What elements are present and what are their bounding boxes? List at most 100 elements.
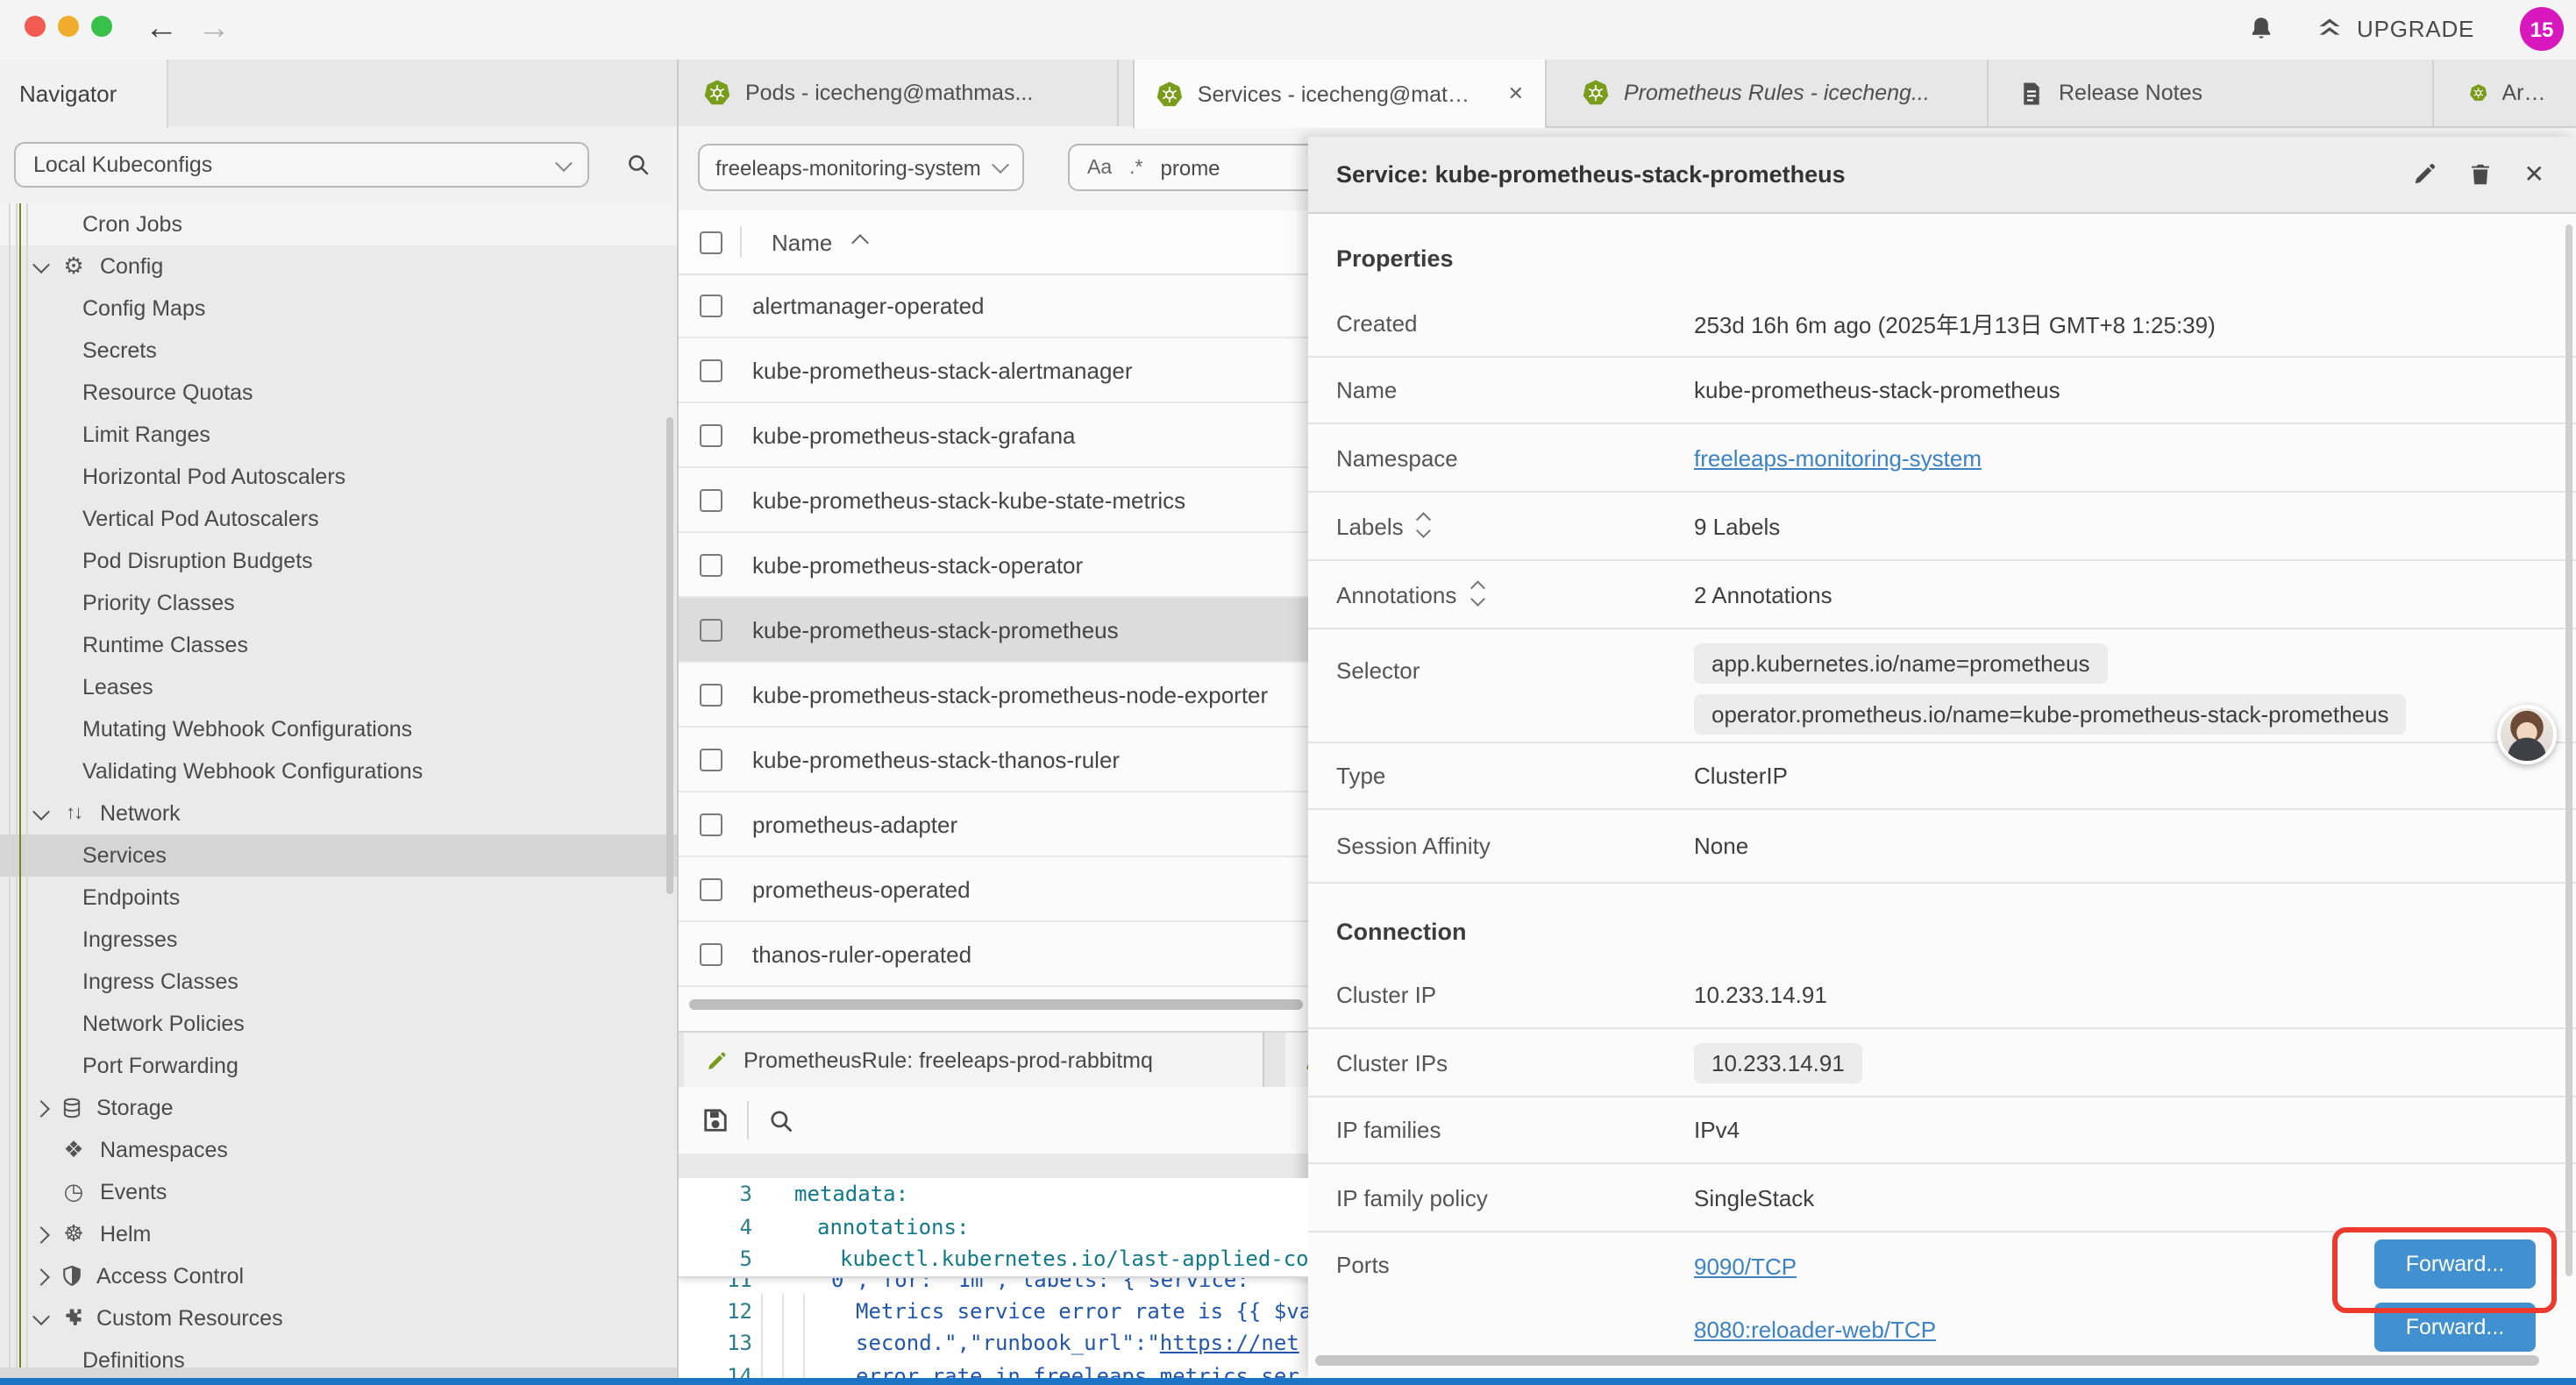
match-case-toggle[interactable]: Aa xyxy=(1087,157,1112,178)
table-row[interactable]: thanos-ruler-operated xyxy=(679,922,1308,987)
port-link-8080[interactable]: 8080:reloader-web/TCP xyxy=(1694,1316,1936,1342)
sidebar-item-leases[interactable]: Leases xyxy=(0,666,677,708)
row-checkbox[interactable] xyxy=(700,942,722,965)
tab-pods[interactable]: Pods - icecheng@mathmas... xyxy=(682,60,1119,126)
sidebar-item-network-policies[interactable]: Network Policies xyxy=(0,1003,677,1045)
table-horizontal-scrollbar[interactable] xyxy=(689,999,1303,1010)
row-checkbox[interactable] xyxy=(700,813,722,835)
sidebar-item-config-maps[interactable]: Config Maps xyxy=(0,288,677,330)
sidebar-item-priority-classes[interactable]: Priority Classes xyxy=(0,582,677,624)
sidebar-item-horizontal-pod-autoscalers[interactable]: Horizontal Pod Autoscalers xyxy=(0,456,677,498)
table-row[interactable]: kube-prometheus-stack-operator xyxy=(679,533,1308,598)
user-avatar[interactable] xyxy=(2497,705,2557,764)
sidebar-group-network[interactable]: ↑↓Network xyxy=(0,792,677,835)
tab-argo[interactable]: Argo Se xyxy=(2448,60,2576,126)
notifications-bell-icon[interactable] xyxy=(2246,14,2276,44)
selector-chip[interactable]: app.kubernetes.io/name=prometheus xyxy=(1694,643,2107,684)
drawer-horizontal-scrollbar[interactable] xyxy=(1315,1355,2539,1366)
table-row[interactable]: kube-prometheus-stack-alertmanager xyxy=(679,338,1308,403)
sidebar-group-storage[interactable]: Storage xyxy=(0,1087,677,1129)
row-checkbox[interactable] xyxy=(700,553,722,576)
sidebar-hscrollbar-track[interactable] xyxy=(0,1367,677,1378)
tab-services[interactable]: Services - icecheng@math... ✕ xyxy=(1133,60,1547,128)
sidebar-item-secrets[interactable]: Secrets xyxy=(0,330,677,372)
row-checkbox[interactable] xyxy=(700,877,722,900)
kubeconfig-select[interactable]: Local Kubeconfigs xyxy=(14,142,589,188)
kubernetes-icon xyxy=(1582,79,1610,107)
regex-toggle[interactable]: .* xyxy=(1129,157,1142,178)
sidebar-item-vertical-pod-autoscalers[interactable]: Vertical Pod Autoscalers xyxy=(0,498,677,540)
row-checkbox[interactable] xyxy=(700,748,722,771)
sidebar-item-services[interactable]: Services xyxy=(0,835,677,877)
port-link-9090[interactable]: 9090/TCP xyxy=(1694,1253,1797,1279)
tab-release-notes[interactable]: Release Notes xyxy=(1997,60,2434,126)
row-checkbox[interactable] xyxy=(700,423,722,446)
expand-toggle-icon[interactable] xyxy=(1420,515,1429,537)
table-row[interactable]: kube-prometheus-stack-grafana xyxy=(679,403,1308,468)
sidebar-item-port-forwarding[interactable]: Port Forwarding xyxy=(0,1045,677,1087)
table-row[interactable]: prometheus-operated xyxy=(679,857,1308,922)
editor-search-button[interactable] xyxy=(766,1105,796,1135)
traffic-light-minimize[interactable] xyxy=(58,16,79,37)
selector-chip[interactable]: operator.prometheus.io/name=kube-prometh… xyxy=(1694,694,2407,735)
sidebar-item-namespaces[interactable]: ❖Namespaces xyxy=(0,1129,677,1171)
dock-tab-prometheusrule[interactable]: PrometheusRule: freeleaps-prod-rabbitmq xyxy=(684,1033,1264,1089)
sidebar-item-limit-ranges[interactable]: Limit Ranges xyxy=(0,414,677,456)
sidebar-group-access-control[interactable]: Access Control xyxy=(0,1255,677,1297)
table-row[interactable]: kube-prometheus-stack-kube-state-metrics xyxy=(679,468,1308,533)
dock-tab-partial[interactable] xyxy=(1285,1033,1308,1089)
puzzle-icon xyxy=(60,1306,84,1331)
drawer-vertical-scrollbar[interactable] xyxy=(2565,224,2572,1276)
sidebar-item-pod-disruption-budgets[interactable]: Pod Disruption Budgets xyxy=(0,540,677,582)
row-checkbox[interactable] xyxy=(700,488,722,511)
row-checkbox[interactable] xyxy=(700,359,722,381)
table-row[interactable]: kube-prometheus-stack-prometheus-node-ex… xyxy=(679,663,1308,728)
sidebar-item-resource-quotas[interactable]: Resource Quotas xyxy=(0,372,677,414)
sidebar-group-config[interactable]: ⚙Config xyxy=(0,245,677,288)
sidebar-item-validating-webhook-configurations[interactable]: Validating Webhook Configurations xyxy=(0,750,677,792)
sidebar-item-cron-jobs[interactable]: Cron Jobs xyxy=(0,203,677,245)
row-checkbox[interactable] xyxy=(700,294,722,316)
close-drawer-icon[interactable]: ✕ xyxy=(2524,160,2544,189)
yaml-editor[interactable]: 3metadata: 4annotations: 5kubectl.kubern… xyxy=(679,1178,1308,1378)
traffic-light-zoom[interactable] xyxy=(91,16,112,37)
sidebar-item-mutating-webhook-configurations[interactable]: Mutating Webhook Configurations xyxy=(0,708,677,750)
table-row[interactable]: alertmanager-operated xyxy=(679,273,1308,338)
table-search-input[interactable]: Aa .* prome xyxy=(1068,144,1308,191)
cluster-ip-chip[interactable]: 10.233.14.91 xyxy=(1694,1042,1862,1083)
select-all-checkbox[interactable] xyxy=(700,231,722,253)
tab-prometheus-rules[interactable]: Prometheus Rules - icecheng... xyxy=(1561,60,1989,126)
delete-trash-icon[interactable] xyxy=(2468,161,2494,188)
runbook-url-link[interactable]: https://net xyxy=(1160,1331,1299,1355)
table-row[interactable]: prometheus-adapter xyxy=(679,792,1308,857)
row-checkbox[interactable] xyxy=(700,618,722,641)
row-checkbox[interactable] xyxy=(700,683,722,706)
sidebar-group-helm[interactable]: ☸Helm xyxy=(0,1213,677,1255)
notification-count-badge[interactable]: 15 xyxy=(2520,7,2564,51)
edit-pencil-icon[interactable] xyxy=(2412,161,2438,188)
detail-row-cluster-ips: Cluster IPs 10.233.14.91 xyxy=(1308,1029,2576,1097)
section-heading-connection: Connection xyxy=(1308,884,2576,962)
navigator-panel-tab[interactable]: Navigator xyxy=(0,60,168,128)
column-header-name[interactable]: Name xyxy=(772,229,832,255)
sidebar-item-ingresses[interactable]: Ingresses xyxy=(0,919,677,961)
table-row[interactable]: kube-prometheus-stack-thanos-ruler xyxy=(679,728,1308,792)
namespace-select[interactable]: freeleaps-monitoring-system xyxy=(698,144,1024,191)
traffic-light-close[interactable] xyxy=(25,16,46,37)
sidebar-item-events[interactable]: ◷Events xyxy=(0,1171,677,1213)
expand-toggle-icon[interactable] xyxy=(1472,583,1482,606)
close-tab-icon[interactable]: ✕ xyxy=(1491,82,1524,105)
upgrade-button[interactable]: UPGRADE xyxy=(2315,14,2474,44)
sidebar-item-runtime-classes[interactable]: Runtime Classes xyxy=(0,624,677,666)
namespace-link[interactable]: freeleaps-monitoring-system xyxy=(1694,444,1982,471)
sidebar-search-button[interactable] xyxy=(610,137,666,193)
sidebar-item-endpoints[interactable]: Endpoints xyxy=(0,877,677,919)
sidebar-group-custom-resources[interactable]: Custom Resources xyxy=(0,1297,677,1339)
editor-clipped-line: 110", for: "1m", labels: { service: " xyxy=(679,1277,1308,1295)
sidebar-scrollbar[interactable] xyxy=(666,417,673,894)
back-icon[interactable]: ← xyxy=(140,5,182,54)
save-button[interactable] xyxy=(700,1104,731,1136)
forward-icon[interactable]: → xyxy=(193,5,235,54)
table-row-selected[interactable]: kube-prometheus-stack-prometheus xyxy=(679,598,1308,663)
sidebar-item-ingress-classes[interactable]: Ingress Classes xyxy=(0,961,677,1003)
